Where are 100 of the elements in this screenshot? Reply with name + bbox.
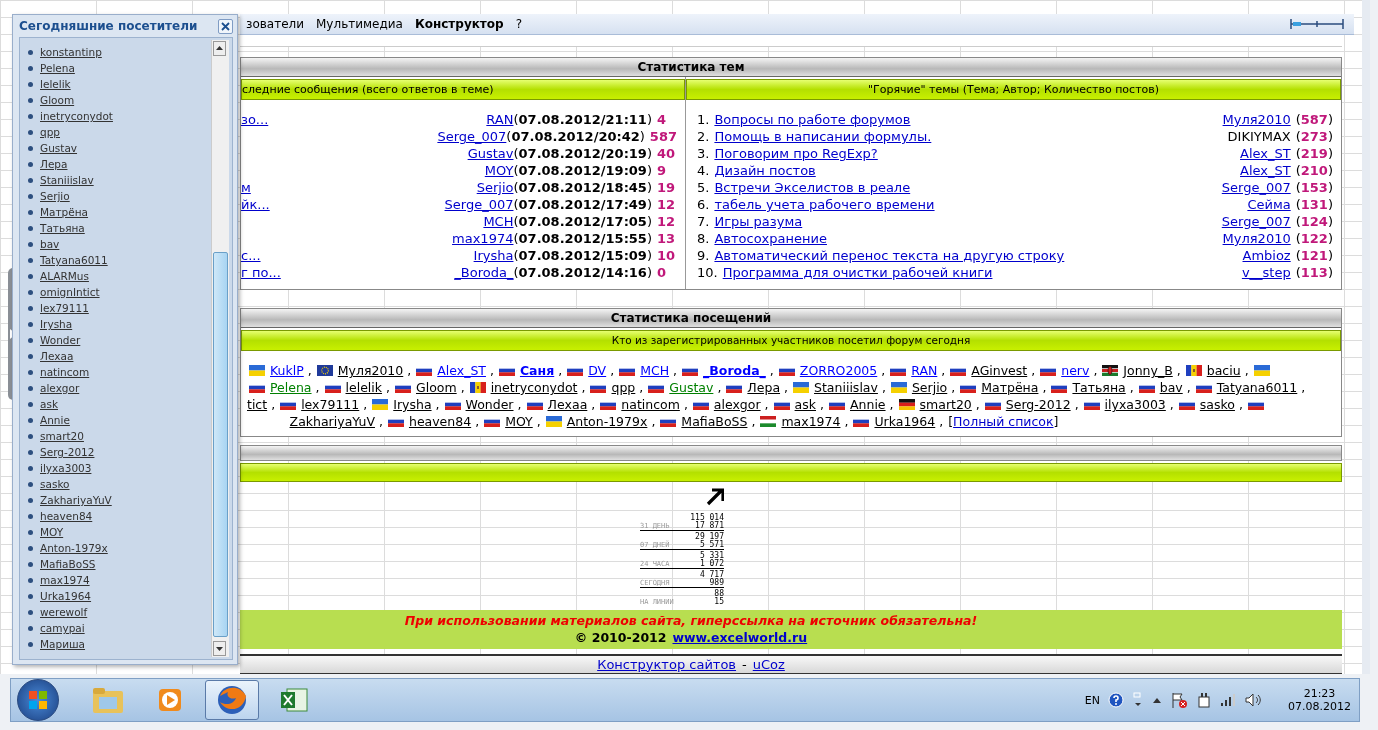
user-link[interactable]: heaven84 — [405, 414, 472, 430]
scroll-down-icon[interactable] — [213, 641, 226, 656]
user-link[interactable]: Лера — [744, 380, 781, 396]
user-link[interactable]: MafiaBoSS — [678, 414, 748, 430]
visitor-link[interactable]: Tatyana6011 — [40, 254, 108, 266]
author-link[interactable]: Сейма — [1247, 197, 1291, 213]
visitor-link[interactable]: natincom — [40, 366, 90, 378]
user-link[interactable]: Tatyana6011 — [1213, 380, 1298, 396]
visitor-link[interactable]: Gustav — [40, 142, 78, 154]
visitor-link[interactable]: Pelena — [40, 62, 75, 74]
visitor-link[interactable]: Wonder — [40, 334, 81, 346]
user-link[interactable]: Jonny_B — [1120, 363, 1173, 379]
author-link[interactable]: Alex_ST — [1240, 163, 1291, 179]
author-link[interactable]: RAN — [486, 112, 514, 128]
visitor-link[interactable]: Лехаа — [40, 350, 74, 362]
signal-icon[interactable] — [1220, 693, 1236, 707]
full-list-link[interactable]: Полный список — [953, 414, 1054, 430]
topic-link[interactable]: Автосохранение — [714, 231, 827, 247]
footer-link[interactable]: uCoz — [752, 656, 785, 672]
topic-link[interactable]: Поговорим про RegExp? — [714, 146, 878, 162]
user-link[interactable]: AGinvest — [968, 363, 1028, 379]
author-link[interactable]: v__step — [1241, 265, 1291, 281]
user-link[interactable]: Gustav — [666, 380, 714, 396]
user-link[interactable]: alexgor — [710, 397, 761, 413]
topic-link[interactable]: г по... — [241, 265, 281, 281]
topic-link[interactable]: Помощь в написании формулы. — [714, 129, 932, 145]
user-link[interactable]: _Boroda_ — [700, 363, 766, 379]
user-link[interactable]: Irysha — [390, 397, 432, 413]
topic-link[interactable]: Дизайн постов — [714, 163, 816, 179]
user-link[interactable]: ZORRO2005 — [796, 363, 878, 379]
user-link[interactable]: Муля2010 — [334, 363, 404, 379]
start-button[interactable] — [17, 679, 59, 721]
visitor-link[interactable]: Anton-1979x — [40, 542, 108, 554]
user-link[interactable]: nerv — [1058, 363, 1090, 379]
visitor-link[interactable]: Татьяна — [40, 222, 85, 234]
user-link[interactable]: MCH — [637, 363, 670, 379]
visitor-link[interactable]: Irysha — [40, 318, 73, 330]
restore-icon[interactable] — [1132, 692, 1144, 708]
author-link[interactable]: Gustav — [467, 146, 514, 162]
visitor-link[interactable]: sasko — [40, 478, 70, 490]
visitor-link[interactable]: lelelik — [40, 78, 71, 90]
visitor-link[interactable]: camypai — [40, 622, 85, 634]
author-link[interactable]: Alex_ST — [1240, 146, 1291, 162]
visitor-link[interactable]: max1974 — [40, 574, 90, 586]
user-link[interactable]: Матрёна — [978, 380, 1039, 396]
author-link[interactable]: Serge_007 — [1221, 180, 1291, 196]
clock-time[interactable]: 21:23 — [1303, 687, 1336, 700]
user-link[interactable]: ZakhariyaYuV — [286, 414, 375, 430]
close-button[interactable] — [218, 18, 233, 34]
menu-item[interactable]: Конструктор — [408, 17, 510, 32]
user-link[interactable]: qpp — [608, 380, 636, 396]
user-link[interactable]: KuklP — [267, 363, 304, 379]
visitor-link[interactable]: MafiaBoSS — [40, 558, 96, 570]
visitor-link[interactable]: ilyxa3003 — [40, 462, 92, 474]
user-link[interactable]: inetryconydot — [487, 380, 578, 396]
clock-date[interactable]: 07.08.2012 — [1288, 700, 1351, 713]
scroll-up-icon[interactable] — [213, 41, 226, 56]
visitor-link[interactable]: ZakhariyaYuV — [40, 494, 112, 506]
author-link[interactable]: Муля2010 — [1222, 231, 1291, 247]
visitor-link[interactable]: MOY — [40, 526, 64, 538]
user-link[interactable]: bav — [1156, 380, 1183, 396]
visitor-link[interactable]: smart20 — [40, 430, 84, 442]
visitor-link[interactable]: Urka1964 — [40, 590, 92, 602]
user-link[interactable]: DV — [585, 363, 607, 379]
user-link[interactable]: Wonder — [462, 397, 514, 413]
user-link[interactable]: tict — [244, 397, 268, 413]
visitor-link[interactable]: heaven84 — [40, 510, 93, 522]
visitor-link[interactable]: Лера — [40, 158, 68, 170]
visitor-link[interactable]: bav — [40, 238, 60, 250]
visitor-link[interactable]: Gloom — [40, 94, 75, 106]
help-icon[interactable] — [1108, 692, 1124, 708]
author-link[interactable]: Irysha — [473, 248, 514, 264]
user-link[interactable]: RAN — [908, 363, 938, 379]
author-link[interactable]: MOY — [484, 163, 514, 179]
user-link[interactable]: Gloom — [413, 380, 457, 396]
author-link[interactable]: Serge_007 — [437, 129, 507, 145]
user-link[interactable]: natincom — [618, 397, 680, 413]
plug-icon[interactable] — [1196, 691, 1212, 709]
user-link[interactable]: ilyxa3003 — [1101, 397, 1166, 413]
user-link[interactable]: smart20 — [916, 397, 972, 413]
user-link[interactable]: Лехаа — [544, 397, 588, 413]
topic-link[interactable]: Вопросы по работе форумов — [714, 112, 911, 128]
flag-alert-icon[interactable] — [1170, 691, 1188, 709]
visitor-link[interactable]: Serjio — [40, 190, 70, 202]
visitor-link[interactable]: konstantinp — [40, 46, 102, 58]
visitor-link[interactable]: Serg-2012 — [40, 446, 95, 458]
user-link[interactable]: ask — [791, 397, 816, 413]
visitor-link[interactable]: Annie — [40, 414, 70, 426]
author-link[interactable]: _Boroda_ — [454, 265, 514, 281]
topic-link[interactable]: м — [241, 180, 251, 196]
footer-link[interactable]: Конструктор сайтов — [597, 656, 737, 672]
taskbar-button[interactable] — [205, 680, 259, 720]
topic-link[interactable]: йк... — [241, 197, 270, 213]
user-link[interactable]: Annie — [847, 397, 886, 413]
user-link[interactable]: lex79111 — [298, 397, 360, 413]
user-link[interactable]: baciu — [1203, 363, 1241, 379]
topic-link[interactable]: Игры разума — [714, 214, 803, 230]
user-link[interactable]: Staniiislav — [811, 380, 878, 396]
user-link[interactable]: Alex_ST — [434, 363, 486, 379]
visitor-link[interactable]: werewolf — [40, 606, 88, 618]
